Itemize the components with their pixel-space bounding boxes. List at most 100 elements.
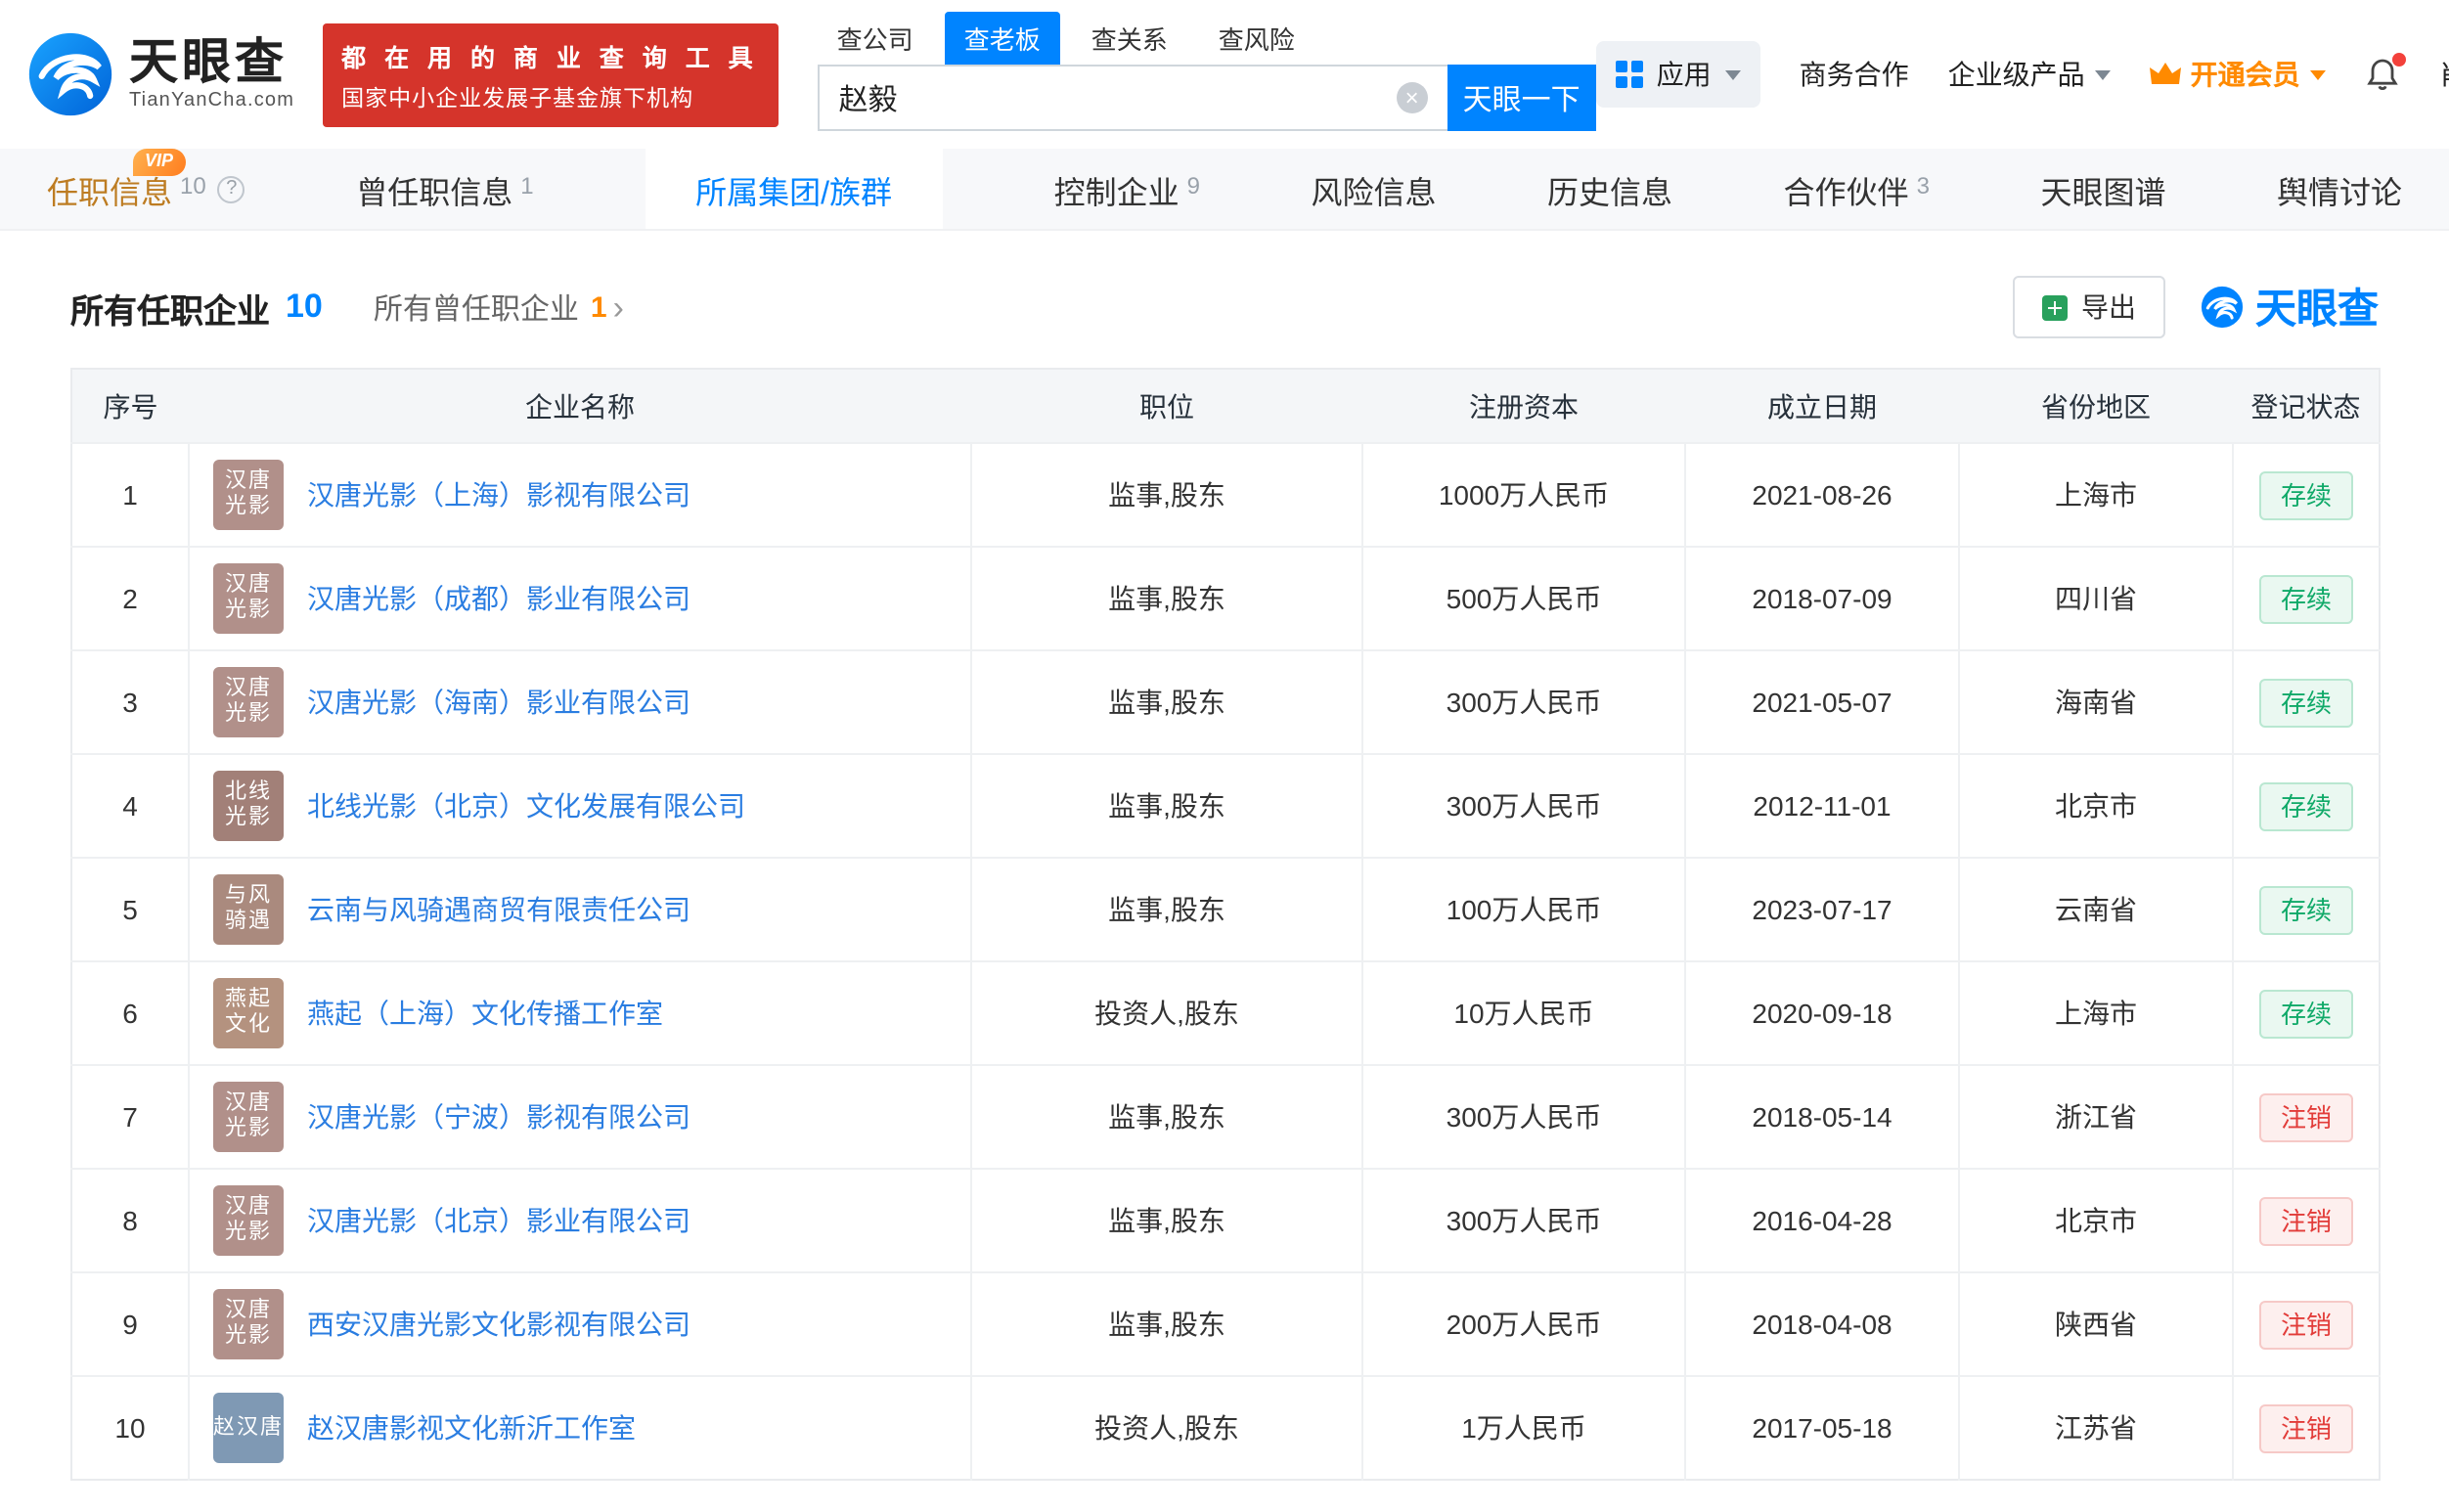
company-link[interactable]: 汉唐光影（宁波）影视有限公司 bbox=[307, 1097, 690, 1136]
search-tab-risk[interactable]: 查风险 bbox=[1199, 12, 1314, 65]
company-link[interactable]: 汉唐光影（海南）影业有限公司 bbox=[307, 683, 690, 722]
tab-count: 1 bbox=[520, 171, 533, 199]
tab-graph[interactable]: 天眼图谱 bbox=[2040, 149, 2165, 229]
capital-cell: 300万人民币 bbox=[1362, 1065, 1685, 1169]
company-logo: 与风骑遇 bbox=[213, 874, 284, 945]
position-cell: 监事,股东 bbox=[971, 547, 1362, 650]
tianyancha-watermark: 天眼查 bbox=[2201, 278, 2379, 336]
clear-icon[interactable]: × bbox=[1397, 82, 1428, 113]
position-cell: 监事,股东 bbox=[971, 443, 1362, 547]
company-logo: 汉唐光影 bbox=[213, 667, 284, 737]
tab-position-info[interactable]: VIP 任职信息 10 ? bbox=[47, 149, 245, 229]
table-row: 2 汉唐光影 汉唐光影（成都）影业有限公司 监事,股东 500万人民币 2018… bbox=[71, 547, 2380, 650]
menu-open-vip[interactable]: 开通会员 bbox=[2150, 55, 2326, 94]
capital-cell: 300万人民币 bbox=[1362, 1169, 1685, 1272]
tab-label: 曾任职信息 bbox=[356, 165, 512, 212]
company-logo-text: 赵汉唐 bbox=[213, 1415, 284, 1441]
tab-controlled-companies[interactable]: 控制企业 9 bbox=[1054, 149, 1200, 229]
search-tab-relation[interactable]: 查关系 bbox=[1072, 12, 1187, 65]
company-logo-text: 汉唐 bbox=[225, 1195, 272, 1221]
date-cell: 2018-07-09 bbox=[1685, 547, 1959, 650]
capital-cell: 300万人民币 bbox=[1362, 754, 1685, 858]
position-cell: 监事,股东 bbox=[971, 1272, 1362, 1376]
province-cell: 海南省 bbox=[1959, 650, 2233, 754]
capital-cell: 300万人民币 bbox=[1362, 650, 1685, 754]
province-cell: 云南省 bbox=[1959, 858, 2233, 961]
user-menu[interactable]: 肖青羽 bbox=[2439, 55, 2449, 94]
table-row: 4 北线光影 北线光影（北京）文化发展有限公司 监事,股东 300万人民币 20… bbox=[71, 754, 2380, 858]
tab-history-info[interactable]: 历史信息 bbox=[1547, 149, 1672, 229]
company-logo-text: 光影 bbox=[225, 495, 272, 520]
company-link[interactable]: 西安汉唐光影文化影视有限公司 bbox=[307, 1305, 690, 1344]
company-logo: 汉唐光影 bbox=[213, 1082, 284, 1152]
company-logo: 汉唐光影 bbox=[213, 563, 284, 634]
position-cell: 监事,股东 bbox=[971, 754, 1362, 858]
search-button[interactable]: 天眼一下 bbox=[1447, 65, 1596, 131]
tab-group-cluster[interactable]: 所属集团/族群 bbox=[645, 149, 943, 229]
search-tab-company[interactable]: 查公司 bbox=[818, 12, 933, 65]
company-logo: 汉唐光影 bbox=[213, 1289, 284, 1359]
menu-business-cooperation[interactable]: 商务合作 bbox=[1800, 55, 1909, 94]
date-cell: 2021-05-07 bbox=[1685, 650, 1959, 754]
promo-banner: 都 在 用 的 商 业 查 询 工 具 国家中小企业发展子基金旗下机构 bbox=[322, 22, 779, 126]
date-cell: 2018-05-14 bbox=[1685, 1065, 1959, 1169]
search-input[interactable] bbox=[820, 81, 1397, 114]
former-companies-label: 所有曾任职企业 bbox=[374, 287, 579, 328]
company-link[interactable]: 汉唐光影（成都）影业有限公司 bbox=[307, 579, 690, 618]
capital-cell: 10万人民币 bbox=[1362, 961, 1685, 1065]
tianyancha-logo-icon bbox=[27, 31, 113, 117]
capital-cell: 1000万人民币 bbox=[1362, 443, 1685, 547]
tab-risk-info[interactable]: 风险信息 bbox=[1311, 149, 1436, 229]
table-row: 3 汉唐光影 汉唐光影（海南）影业有限公司 监事,股东 300万人民币 2021… bbox=[71, 650, 2380, 754]
link-former-companies[interactable]: 所有曾任职企业 1 › bbox=[374, 287, 624, 328]
chevron-down-icon bbox=[2310, 69, 2326, 79]
company-logo-text: 光影 bbox=[225, 599, 272, 624]
date-cell: 2023-07-17 bbox=[1685, 858, 1959, 961]
help-icon[interactable]: ? bbox=[218, 175, 245, 202]
company-link[interactable]: 汉唐光影（北京）影业有限公司 bbox=[307, 1201, 690, 1240]
position-cell: 监事,股东 bbox=[971, 1065, 1362, 1169]
col-header-capital: 注册资本 bbox=[1362, 369, 1685, 443]
menu-enterprise-products[interactable]: 企业级产品 bbox=[1948, 55, 2111, 94]
company-logo: 汉唐光影 bbox=[213, 1185, 284, 1256]
row-index: 10 bbox=[71, 1376, 189, 1480]
company-link[interactable]: 汉唐光影（上海）影视有限公司 bbox=[307, 475, 690, 514]
province-cell: 陕西省 bbox=[1959, 1272, 2233, 1376]
company-logo: 北线光影 bbox=[213, 771, 284, 841]
company-link[interactable]: 燕起（上海）文化传播工作室 bbox=[307, 994, 663, 1033]
page: 天眼查 TianYanCha.com 都 在 用 的 商 业 查 询 工 具 国… bbox=[0, 0, 2449, 1512]
notification-dot bbox=[2392, 53, 2406, 67]
province-cell: 上海市 bbox=[1959, 443, 2233, 547]
profile-tabs: VIP 任职信息 10 ? 曾任职信息 1 所属集团/族群 控制企业 9 风险信… bbox=[0, 149, 2449, 231]
site-logo[interactable]: 天眼查 TianYanCha.com bbox=[27, 31, 294, 117]
company-link[interactable]: 赵汉唐影视文化新沂工作室 bbox=[307, 1408, 636, 1447]
row-index: 7 bbox=[71, 1065, 189, 1169]
company-link[interactable]: 云南与风骑遇商贸有限责任公司 bbox=[307, 890, 690, 929]
search-tabs: 查公司 查老板 查关系 查风险 bbox=[818, 18, 1596, 65]
col-header-status: 登记状态 bbox=[2233, 369, 2380, 443]
export-label: 导出 bbox=[2081, 288, 2136, 327]
date-cell: 2012-11-01 bbox=[1685, 754, 1959, 858]
company-logo-text: 光影 bbox=[225, 1324, 272, 1350]
former-companies-count: 1 bbox=[591, 290, 607, 324]
tab-former-position-info[interactable]: 曾任职信息 1 bbox=[356, 149, 533, 229]
top-menu: 应用 商务合作 企业级产品 开通会员 bbox=[1596, 41, 2449, 108]
row-index: 5 bbox=[71, 858, 189, 961]
search-tab-boss[interactable]: 查老板 bbox=[945, 12, 1060, 65]
table-row: 9 汉唐光影 西安汉唐光影文化影视有限公司 监事,股东 200万人民币 2018… bbox=[71, 1272, 2380, 1376]
company-logo-text: 骑遇 bbox=[225, 910, 272, 935]
export-button[interactable]: 导出 bbox=[2013, 276, 2165, 338]
search-row: × 天眼一下 bbox=[818, 65, 1596, 131]
date-cell: 2017-05-18 bbox=[1685, 1376, 1959, 1480]
col-header-position: 职位 bbox=[971, 369, 1362, 443]
notification-bell-icon[interactable] bbox=[2365, 57, 2400, 92]
apps-menu-button[interactable]: 应用 bbox=[1596, 41, 1760, 108]
position-cell: 监事,股东 bbox=[971, 650, 1362, 754]
company-logo-text: 与风 bbox=[225, 884, 272, 910]
province-cell: 北京市 bbox=[1959, 1169, 2233, 1272]
tab-partners[interactable]: 合作伙伴 3 bbox=[1784, 149, 1930, 229]
position-cell: 投资人,股东 bbox=[971, 1376, 1362, 1480]
status-badge: 存续 bbox=[2259, 574, 2353, 623]
tab-public-opinion[interactable]: 舆情讨论 bbox=[2277, 149, 2402, 229]
company-link[interactable]: 北线光影（北京）文化发展有限公司 bbox=[307, 786, 745, 825]
